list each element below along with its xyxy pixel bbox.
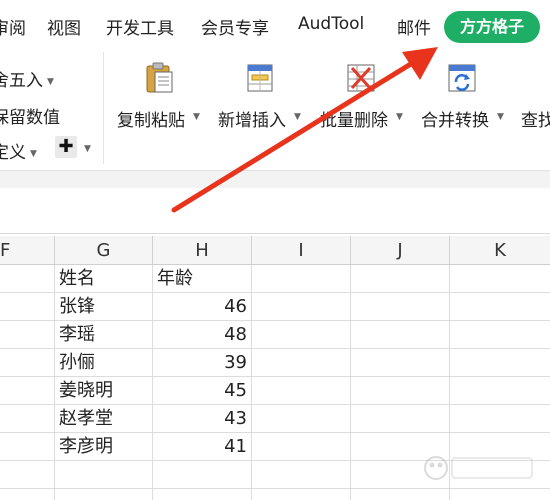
baidu-jingyan-watermark-icon — [424, 456, 533, 480]
cell-i[interactable] — [252, 489, 351, 500]
cell-age[interactable]: 48 — [153, 321, 252, 349]
cell-i[interactable] — [252, 461, 351, 489]
round-button[interactable]: 舍五入 ▼ — [0, 66, 54, 91]
cell-j[interactable] — [351, 265, 450, 293]
ribbon-toolbar: 舍五入 ▼ 保留数值 定义 ▼ ✚ ▼ 复制粘贴 ▼ 新增插入 ▼ 批量删除 ▼… — [0, 52, 550, 170]
copy-paste-label: 复制粘贴 — [117, 111, 185, 131]
cell-age[interactable]: 45 — [153, 377, 252, 405]
cell-j[interactable] — [351, 377, 450, 405]
insert-table-icon — [247, 64, 273, 92]
custom-define-label: 定义 — [0, 143, 26, 163]
cell-name[interactable]: 姜晓明 — [55, 377, 153, 405]
find-label: 查找 — [521, 111, 550, 131]
menu-fangfang-gezi-tab[interactable]: 方方格子 — [444, 11, 540, 43]
custom-define-button[interactable]: 定义 ▼ — [0, 138, 37, 163]
menu-member-exclusive[interactable]: 会员专享 — [201, 14, 269, 39]
cell-j[interactable] — [351, 489, 450, 500]
round-label: 舍五入 — [0, 71, 43, 91]
cell-h[interactable] — [153, 489, 252, 500]
cell-age[interactable]: 41 — [153, 433, 252, 461]
cell-j[interactable] — [351, 349, 450, 377]
cell-i[interactable] — [252, 321, 351, 349]
column-header-i[interactable]: I — [252, 236, 351, 265]
cell-f[interactable] — [0, 349, 55, 377]
batch-delete-button[interactable]: 批量删除 ▼ — [320, 60, 410, 150]
keep-value-button[interactable]: 保留数值 — [0, 103, 60, 128]
cell-i[interactable] — [252, 293, 351, 321]
menu-developer-tools[interactable]: 开发工具 — [106, 14, 174, 39]
cell-f[interactable] — [0, 377, 55, 405]
menu-review[interactable]: 审阅 — [0, 14, 26, 39]
cell-f[interactable] — [0, 433, 55, 461]
column-header-h[interactable]: H — [153, 236, 252, 265]
menu-bar: 审阅 视图 开发工具 会员专享 AudTool 邮件 方方格子 — [0, 0, 550, 52]
cell-k[interactable] — [450, 321, 550, 349]
chevron-down-icon[interactable]: ▼ — [84, 144, 91, 154]
cell-name[interactable]: 张锋 — [55, 293, 153, 321]
cell-f[interactable] — [0, 265, 55, 293]
cell-f[interactable] — [0, 293, 55, 321]
cell-name[interactable]: 李彦明 — [55, 433, 153, 461]
cell-name-header[interactable]: 姓名 — [55, 265, 153, 293]
cell-name[interactable]: 孙俪 — [55, 349, 153, 377]
cell-name[interactable]: 赵孝堂 — [55, 405, 153, 433]
cell-f[interactable] — [0, 489, 55, 500]
clipboard-paste-icon — [146, 62, 173, 93]
cell-j[interactable] — [351, 405, 450, 433]
cell-i[interactable] — [252, 377, 351, 405]
chevron-down-icon: ▼ — [497, 112, 504, 122]
chevron-down-icon: ▼ — [294, 112, 301, 122]
column-header-f[interactable]: F — [0, 236, 55, 265]
formula-bar-area[interactable] — [0, 188, 550, 234]
chevron-down-icon: ▼ — [193, 112, 200, 122]
cell-g[interactable] — [55, 461, 153, 489]
cell-f[interactable] — [0, 321, 55, 349]
cell-k[interactable] — [450, 377, 550, 405]
ribbon-bottom-strip — [0, 170, 550, 188]
chevron-down-icon: ▼ — [30, 149, 37, 159]
keep-value-label: 保留数值 — [0, 108, 60, 128]
column-header-j[interactable]: J — [351, 236, 450, 265]
cell-name[interactable]: 李瑶 — [55, 321, 153, 349]
menu-view[interactable]: 视图 — [47, 14, 81, 39]
cell-k[interactable] — [450, 405, 550, 433]
cell-age[interactable]: 43 — [153, 405, 252, 433]
insert-label: 新增插入 — [218, 111, 286, 131]
cell-j[interactable] — [351, 321, 450, 349]
cell-age[interactable]: 39 — [153, 349, 252, 377]
cell-i[interactable] — [252, 433, 351, 461]
cell-f[interactable] — [0, 405, 55, 433]
delete-table-icon — [347, 64, 375, 92]
menu-mail[interactable]: 邮件 — [397, 14, 431, 39]
merge-convert-label: 合并转换 — [421, 111, 489, 131]
cell-f[interactable] — [0, 461, 55, 489]
cell-k[interactable] — [450, 293, 550, 321]
cell-age-header[interactable]: 年龄 — [153, 265, 252, 293]
cell-i[interactable] — [252, 405, 351, 433]
merge-convert-icon — [448, 64, 476, 92]
menu-audtool[interactable]: AudTool — [298, 14, 364, 34]
cell-k[interactable] — [450, 489, 550, 500]
cell-k[interactable] — [450, 349, 550, 377]
batch-delete-label: 批量删除 — [320, 111, 388, 131]
merge-convert-button[interactable]: 合并转换 ▼ — [421, 60, 511, 150]
copy-paste-button[interactable]: 复制粘贴 ▼ — [117, 60, 207, 150]
cell-j[interactable] — [351, 293, 450, 321]
cell-age[interactable]: 46 — [153, 293, 252, 321]
cell-k[interactable] — [450, 265, 550, 293]
insert-button[interactable]: 新增插入 ▼ — [218, 60, 308, 150]
cell-i[interactable] — [252, 349, 351, 377]
column-header-g[interactable]: G — [55, 236, 153, 265]
chevron-down-icon: ▼ — [47, 77, 54, 87]
column-header-k[interactable]: K — [450, 236, 550, 265]
plus-icon[interactable]: ✚ — [55, 136, 77, 158]
ribbon-divider — [103, 52, 104, 164]
cell-i[interactable] — [252, 265, 351, 293]
chevron-down-icon: ▼ — [396, 112, 403, 122]
cell-g[interactable] — [55, 489, 153, 500]
column-header-row: F G H I J K — [0, 236, 550, 265]
cell-h[interactable] — [153, 461, 252, 489]
find-button[interactable]: 查找 — [521, 60, 550, 150]
